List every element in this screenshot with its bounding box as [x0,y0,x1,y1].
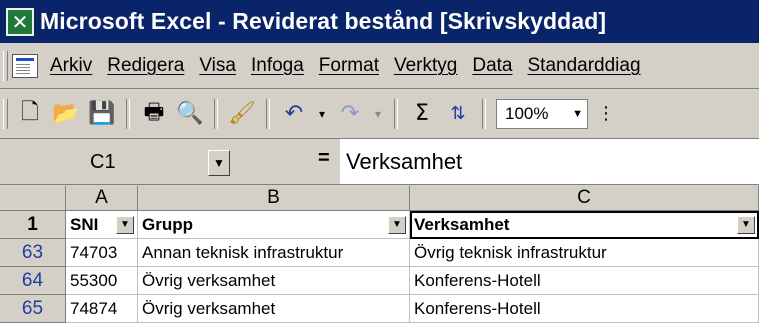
filter-dropdown-icon[interactable]: ▼ [737,215,755,234]
column-header-a[interactable]: A [66,186,138,211]
equals-sign[interactable]: = [318,147,330,170]
cell-text: Verksamhet [414,214,510,234]
filter-dropdown-icon[interactable]: ▼ [116,215,134,234]
menu-verktyg[interactable]: Verktyg [394,55,457,77]
redo-icon[interactable]: ↷ [335,99,365,129]
undo-icon[interactable]: ↶ [279,99,309,129]
cell-text: SNI [70,214,99,234]
cell-c1-selected[interactable]: Verksamhet ▼ [410,211,759,239]
row-header[interactable]: 63 [0,239,66,267]
cell-verksamhet[interactable]: Övrig teknisk infrastruktur [410,239,759,267]
menu-standarddiagram[interactable]: Standarddiag [528,55,641,77]
row-header[interactable]: 64 [0,267,66,295]
menu-bar: Arkiv Redigera Visa Infoga Format Verkty… [0,43,759,89]
toolbar-grip[interactable] [3,98,8,129]
cell-sni[interactable]: 74874 [66,295,138,323]
chevron-down-icon: ▼ [572,107,583,120]
redo-dropdown-icon[interactable]: ▾ [371,99,385,129]
workbook-icon[interactable] [12,53,38,78]
formula-input[interactable]: Verksamhet [340,139,759,184]
cell-grupp[interactable]: Övrig verksamhet [138,267,410,295]
undo-dropdown-icon[interactable]: ▾ [315,99,329,129]
column-header-row: A B C [0,186,759,211]
formula-bar: C1 ▼ = Verksamhet [0,139,759,185]
cell-text: Grupp [142,214,193,234]
menu-data[interactable]: Data [472,55,512,77]
menu-format[interactable]: Format [319,55,379,77]
column-header-b[interactable]: B [138,186,410,211]
excel-icon: ✕ [6,7,34,36]
new-document-icon[interactable]: 🗋 [15,99,45,129]
open-folder-icon[interactable]: 📂 [51,99,81,129]
name-box-dropdown-icon[interactable]: ▼ [207,149,230,176]
cell-verksamhet[interactable]: Konferens-Hotell [410,295,759,323]
cell-grupp[interactable]: Övrig verksamhet [138,295,410,323]
format-painter-icon[interactable]: 🖌 [227,99,257,129]
toolbar-separator [214,98,218,129]
cell-verksamhet[interactable]: Konferens-Hotell [410,267,759,295]
cell-sni[interactable]: 55300 [66,267,138,295]
cell-grupp[interactable]: Annan teknisk infrastruktur [138,239,410,267]
row-header[interactable]: 65 [0,295,66,323]
cell-sni[interactable]: 74703 [66,239,138,267]
menu-infoga[interactable]: Infoga [251,55,304,77]
autosum-icon[interactable]: Σ [407,99,437,129]
menu-redigera[interactable]: Redigera [107,55,184,77]
cell-a1[interactable]: SNI ▼ [66,211,138,239]
zoom-value: 100% [505,103,549,123]
print-icon[interactable]: 🖶 [139,99,169,129]
toolbar-separator [126,98,130,129]
cell-reference: C1 [90,151,116,173]
menu-visa[interactable]: Visa [199,55,236,77]
cell-b1[interactable]: Grupp ▼ [138,211,410,239]
print-preview-icon[interactable]: 🔍 [175,99,205,129]
zoom-select[interactable]: 100% ▼ [496,98,588,129]
standard-toolbar: 🗋 📂 💾 🖶 🔍 🖌 ↶ ▾ ↷ ▾ Σ ⇅ 100% ▼ ⋮ [0,89,759,139]
column-header-c[interactable]: C [410,186,759,211]
menu-arkiv[interactable]: Arkiv [50,55,92,77]
name-box[interactable]: C1 ▼ [60,146,230,179]
table-row: 65 74874 Övrig verksamhet Konferens-Hote… [0,295,759,323]
toolbar-separator [482,98,486,129]
select-all-corner[interactable] [0,186,66,211]
save-icon[interactable]: 💾 [87,99,117,129]
more-buttons-icon[interactable]: ⋮ [591,99,621,129]
window-title: Microsoft Excel - Reviderat bestånd [Skr… [40,8,607,34]
toolbar-separator [394,98,398,129]
toolbar-separator [266,98,270,129]
sort-ascending-icon[interactable]: ⇅ [443,99,473,129]
table-row: 64 55300 Övrig verksamhet Konferens-Hote… [0,267,759,295]
spreadsheet-grid: A B C 1 SNI ▼ Grupp ▼ Verksamhet ▼ 63 74… [0,186,759,324]
table-row: 1 SNI ▼ Grupp ▼ Verksamhet ▼ [0,211,759,239]
menubar-grip[interactable] [3,50,8,81]
row-header[interactable]: 1 [0,211,66,239]
table-row: 63 74703 Annan teknisk infrastruktur Övr… [0,239,759,267]
title-bar: ✕ Microsoft Excel - Reviderat bestånd [S… [0,0,759,43]
filter-dropdown-icon[interactable]: ▼ [388,215,406,234]
